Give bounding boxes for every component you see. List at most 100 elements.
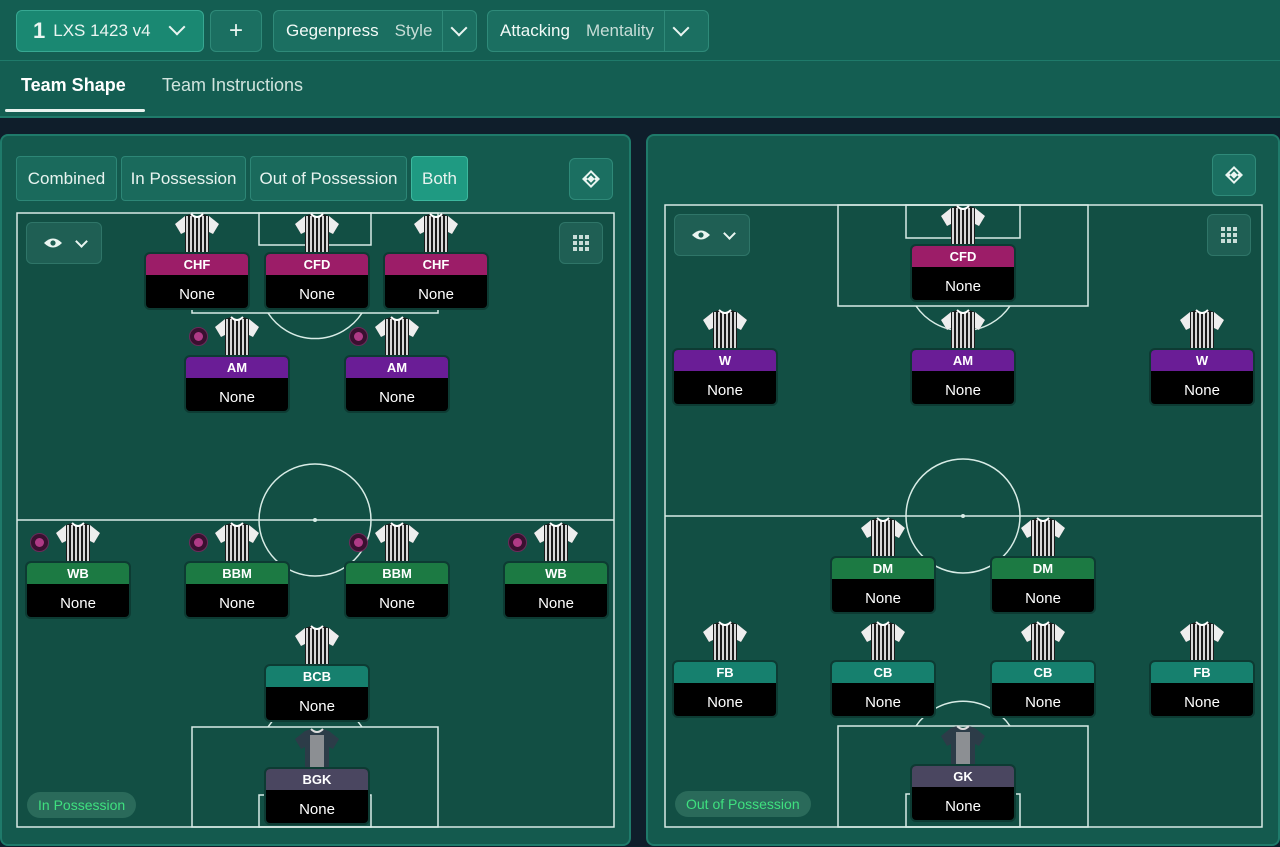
player-name: None — [1184, 693, 1220, 711]
view-out-of-possession-button[interactable]: Out of Possession — [250, 156, 407, 201]
player-card[interactable]: CFD None — [264, 252, 370, 310]
shirt-icon — [699, 620, 751, 664]
role-label: AM — [346, 357, 448, 378]
shirt-icon — [1176, 620, 1228, 664]
role-label: CB — [992, 662, 1094, 683]
player-card[interactable]: BGK None — [264, 767, 370, 825]
player-slot-cb[interactable]: CB None — [830, 620, 936, 718]
role-label: W — [1151, 350, 1253, 371]
view-both-button[interactable]: Both — [411, 156, 468, 201]
tactic-number: 1 — [33, 18, 46, 43]
shirt-icon — [937, 204, 989, 248]
visibility-toggle[interactable] — [26, 222, 102, 264]
mentality-dropdown[interactable]: Attacking Mentality — [487, 10, 709, 52]
style-label: Style — [394, 21, 433, 40]
player-card[interactable]: FB None — [672, 660, 778, 718]
player-card[interactable]: WB None — [25, 561, 131, 619]
player-card[interactable]: FB None — [1149, 660, 1255, 718]
player-slot-am[interactable]: AM None — [910, 308, 1016, 406]
player-card[interactable]: GK None — [910, 764, 1016, 822]
shirt-icon — [937, 308, 989, 352]
shirt-icon — [52, 521, 104, 565]
player-card[interactable]: DM None — [990, 556, 1096, 614]
chevron-down-icon — [672, 19, 690, 37]
player-slot-chf[interactable]: CHF None — [144, 212, 250, 310]
shirt-icon — [171, 212, 223, 256]
player-slot-cb[interactable]: CB None — [990, 620, 1096, 718]
player-card[interactable]: BBM None — [344, 561, 450, 619]
role-label: FB — [1151, 662, 1253, 683]
player-name: None — [299, 697, 335, 715]
player-card[interactable]: CHF None — [383, 252, 489, 310]
phase-badge-out-of-possession: Out of Possession — [675, 791, 811, 817]
player-name: None — [299, 800, 335, 818]
role-label: FB — [674, 662, 776, 683]
player-slot-bgk[interactable]: BGK None — [264, 727, 370, 825]
player-slot-wb[interactable]: WB None — [503, 521, 609, 619]
player-name: None — [945, 797, 981, 815]
grid-icon[interactable] — [559, 222, 603, 264]
visibility-toggle[interactable] — [674, 214, 750, 256]
player-slot-bbm[interactable]: BBM None — [184, 521, 290, 619]
role-label: WB — [27, 563, 129, 584]
mentality-dropdown-toggle[interactable] — [665, 11, 697, 51]
view-in-possession-button[interactable]: In Possession — [121, 156, 246, 201]
player-slot-bcb[interactable]: BCB None — [264, 624, 370, 722]
player-card[interactable]: W None — [672, 348, 778, 406]
player-slot-cfd[interactable]: CFD None — [910, 204, 1016, 302]
chevron-down-icon — [168, 18, 186, 36]
player-card[interactable]: CFD None — [910, 244, 1016, 302]
grid-icon[interactable] — [1207, 214, 1251, 256]
player-card[interactable]: CB None — [830, 660, 936, 718]
style-dropdown[interactable]: Gegenpress Style — [273, 10, 477, 52]
player-card[interactable]: W None — [1149, 348, 1255, 406]
player-slot-dm[interactable]: DM None — [990, 516, 1096, 614]
eye-icon — [43, 238, 62, 248]
player-card[interactable]: WB None — [503, 561, 609, 619]
player-slot-w[interactable]: W None — [672, 308, 778, 406]
player-card[interactable]: CHF None — [144, 252, 250, 310]
swap-arrows-icon[interactable] — [569, 158, 613, 200]
player-card[interactable]: AM None — [184, 355, 290, 413]
role-label: W — [674, 350, 776, 371]
role-label: CHF — [146, 254, 248, 275]
player-slot-cfd[interactable]: CFD None — [264, 212, 370, 310]
player-slot-w[interactable]: W None — [1149, 308, 1255, 406]
player-card[interactable]: BCB None — [264, 664, 370, 722]
add-tactic-button[interactable]: + — [210, 10, 262, 52]
player-name: None — [299, 285, 335, 303]
player-name: None — [945, 277, 981, 295]
view-combined-button[interactable]: Combined — [16, 156, 117, 201]
phase-badge-in-possession: In Possession — [27, 792, 137, 818]
role-label: CHF — [385, 254, 487, 275]
player-name: None — [865, 589, 901, 607]
player-slot-wb[interactable]: WB None — [25, 521, 131, 619]
player-slot-fb[interactable]: FB None — [1149, 620, 1255, 718]
player-card[interactable]: BBM None — [184, 561, 290, 619]
player-slot-bbm[interactable]: BBM None — [344, 521, 450, 619]
player-name: None — [865, 693, 901, 711]
role-label: AM — [912, 350, 1014, 371]
player-name: None — [219, 388, 255, 406]
player-card[interactable]: CB None — [990, 660, 1096, 718]
player-slot-gk[interactable]: GK None — [910, 724, 1016, 822]
tactic-selector-button[interactable]: 1 LXS 1423 v4 — [16, 10, 204, 52]
tab-team-instructions[interactable]: Team Instructions — [162, 75, 303, 96]
player-card[interactable]: DM None — [830, 556, 936, 614]
player-slot-am[interactable]: AM None — [344, 315, 450, 413]
out-of-possession-panel: Out of Possession CFD None W None AM None W Non… — [646, 134, 1280, 846]
player-card[interactable]: AM None — [344, 355, 450, 413]
player-slot-chf[interactable]: CHF None — [383, 212, 489, 310]
player-card[interactable]: AM None — [910, 348, 1016, 406]
style-dropdown-toggle[interactable] — [443, 11, 475, 51]
in-possession-panel: Combined In Possession Out of Possession… — [0, 134, 631, 846]
tab-team-shape[interactable]: Team Shape — [21, 75, 126, 96]
tab-bar: Team Shape Team Instructions — [0, 60, 1280, 116]
chevron-down-icon — [74, 234, 88, 248]
swap-arrows-icon[interactable] — [1212, 154, 1256, 196]
shirt-icon — [699, 308, 751, 352]
role-label: BGK — [266, 769, 368, 790]
player-slot-fb[interactable]: FB None — [672, 620, 778, 718]
player-slot-am[interactable]: AM None — [184, 315, 290, 413]
player-slot-dm[interactable]: DM None — [830, 516, 936, 614]
